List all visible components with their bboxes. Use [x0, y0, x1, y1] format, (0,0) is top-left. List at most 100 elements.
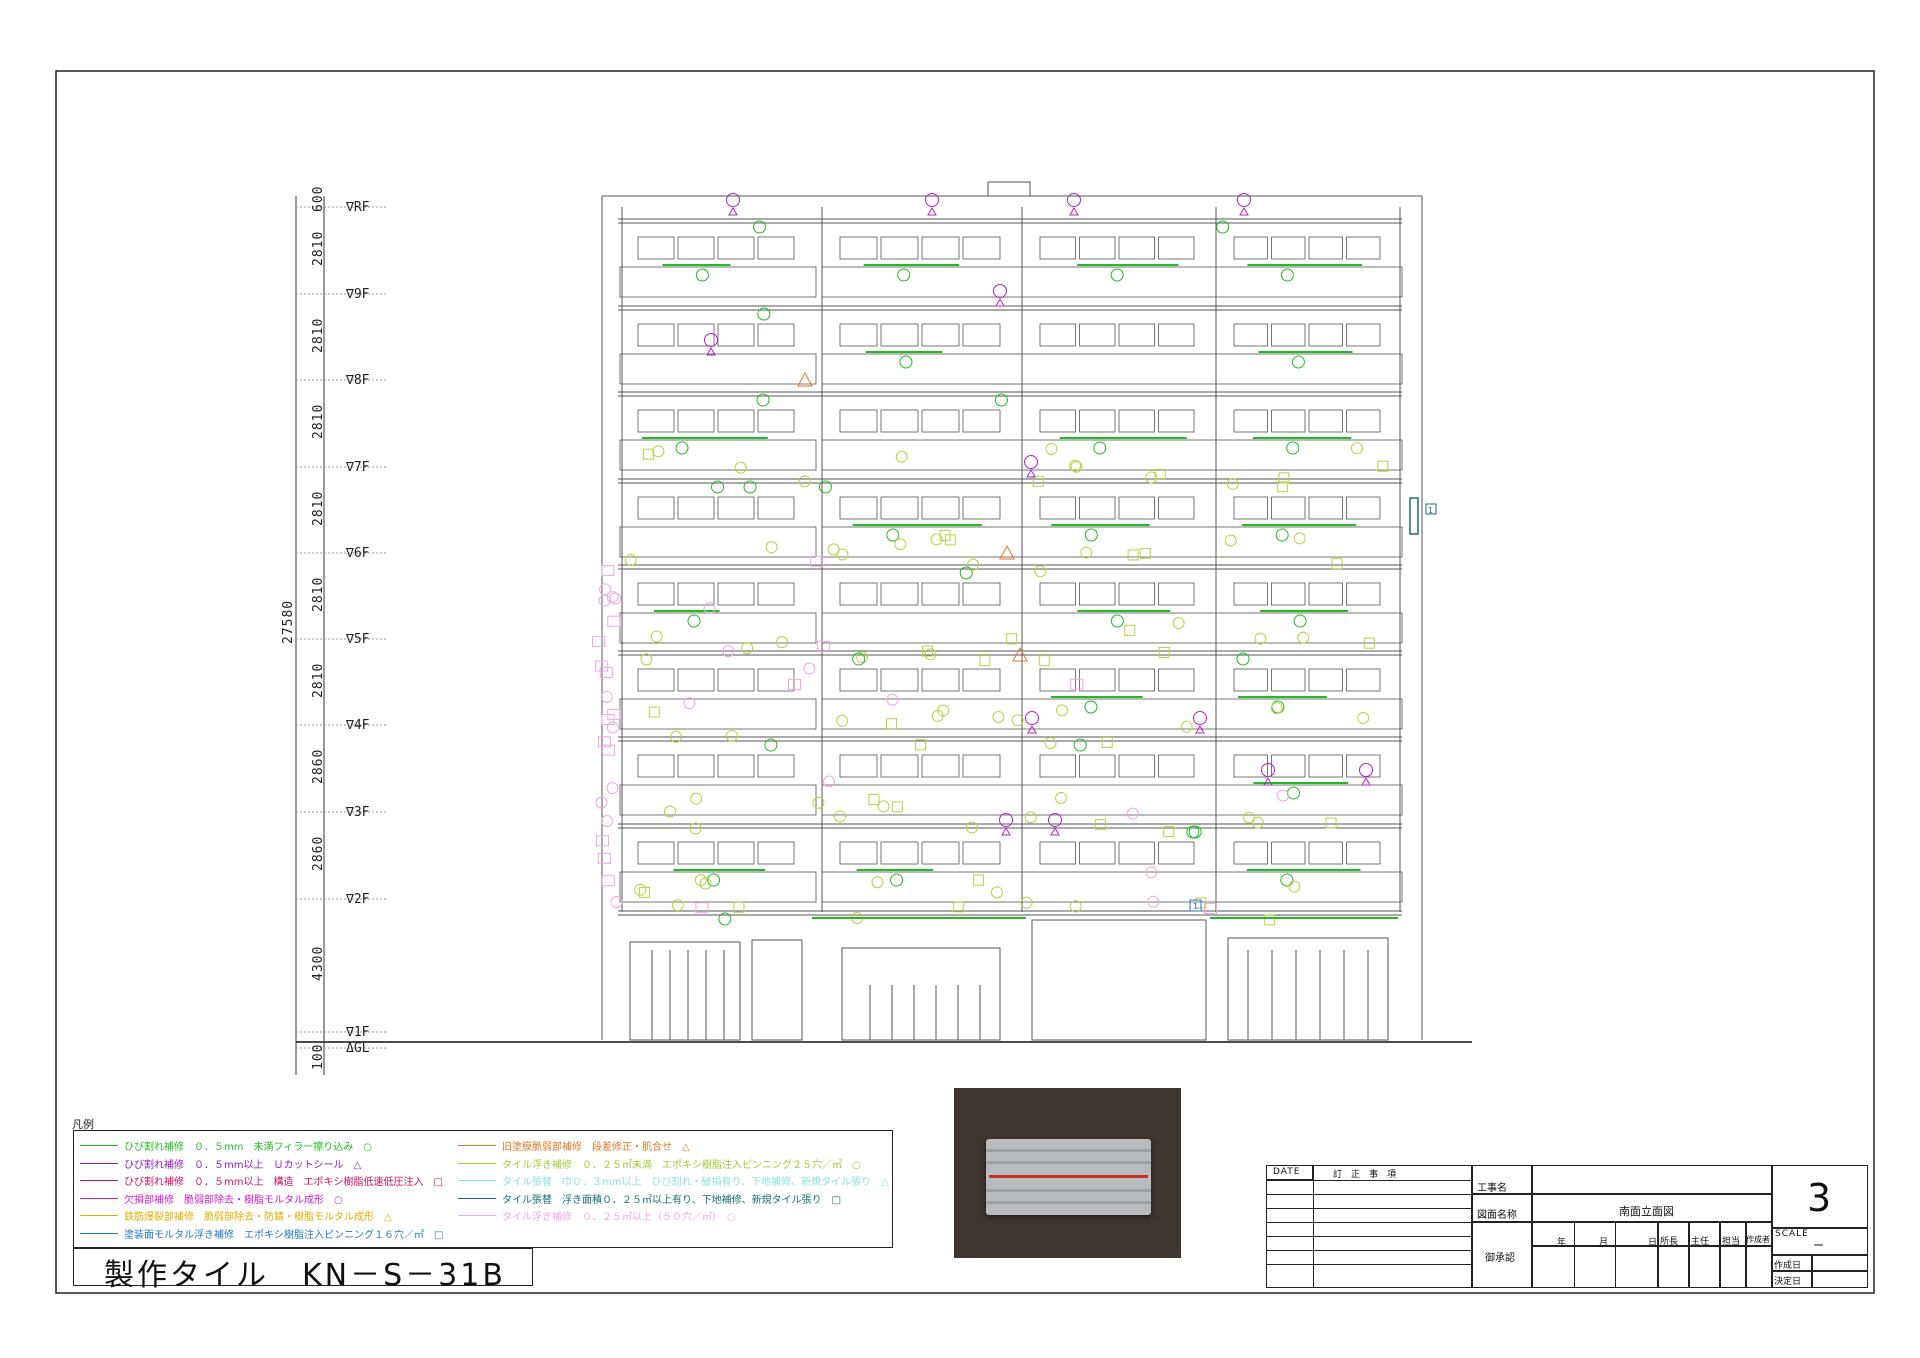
window-frame: [880, 754, 919, 778]
legend-item: タイル浮き補修 ０．２５㎡未満 エポキシ樹脂注入ピンニング２５穴／㎡ ○: [458, 1155, 889, 1173]
tile-float-marker: [1350, 442, 1363, 455]
window-frame: [880, 409, 919, 433]
window-frame: [637, 668, 675, 692]
crack-marker: [1286, 441, 1300, 455]
window-frame: [1233, 668, 1268, 692]
window-frame: [717, 323, 755, 347]
window-frame: [1233, 323, 1268, 347]
window-frame: [1271, 582, 1306, 606]
tile-float-marker: [1044, 737, 1057, 750]
legend-item-text: ひび割れ補修 ０．５mm以上 構造 エポキシ樹脂低速低圧注入 □: [124, 1177, 443, 1189]
level-label: ∇1F: [345, 1025, 370, 1040]
ucut-marker: [925, 193, 939, 207]
window-frame: [1039, 841, 1076, 865]
balcony-rail: [821, 698, 1023, 730]
window-frame: [1158, 841, 1195, 865]
window-frame: [1158, 323, 1195, 347]
ucut-triangle: [927, 206, 937, 216]
tile-float-marker: [725, 729, 738, 742]
tile-float-marker: [871, 876, 884, 889]
window-frame: [1118, 409, 1155, 433]
balcony-rail: [821, 353, 1023, 385]
window-frame: [1158, 754, 1195, 778]
pinning-marker: [601, 814, 614, 827]
ucut-triangle: [995, 297, 1005, 307]
legend-item: 欠損部補修 脆弱部除去・樹脂モルタル成形 ○: [80, 1190, 443, 1208]
dimension-value: 600: [311, 186, 326, 212]
window-frame: [921, 409, 960, 433]
window-frame: [677, 496, 715, 520]
balcony-rail: [821, 439, 1023, 471]
window-frame: [962, 754, 1001, 778]
tile-float-marker: [689, 822, 702, 835]
window-frame: [1039, 236, 1076, 260]
approval-label: 御承認: [1485, 1253, 1515, 1264]
balcony-rail: [1215, 784, 1403, 816]
window-frame: [1308, 841, 1343, 865]
balcony-rail: [1215, 526, 1403, 558]
crack-marker: [675, 441, 689, 455]
storefront-center: [841, 947, 1001, 1041]
legend-line-swatch: [458, 1145, 496, 1147]
legend-box: ひび割れ補修 ０．５mm 未満フィラー擦り込み ○ ひび割れ補修 ０．５mm以上 …: [73, 1130, 893, 1248]
window-frame: [962, 582, 1001, 606]
tile-float-area: [648, 706, 660, 718]
legend-item: ひび割れ補修 ０．５mm以上 構造 エポキシ樹脂低速低圧注入 □: [80, 1172, 443, 1190]
window-frame: [1079, 668, 1116, 692]
balcony-rail: [821, 612, 1023, 644]
revision-label: 訂 正 事 項: [1333, 1170, 1397, 1180]
balcony-rail: [821, 266, 1023, 298]
ucut-marker: [1048, 813, 1062, 827]
tile-float-area: [1124, 624, 1136, 636]
tile-float-marker: [1297, 631, 1310, 644]
legend-line-swatch: [458, 1215, 496, 1217]
level-label: ∇8F: [345, 373, 370, 388]
ucut-marker: [1237, 193, 1251, 207]
tile-float-marker: [1226, 477, 1239, 490]
dimension-value: 2810: [311, 663, 326, 698]
crack-marker: [1280, 873, 1294, 887]
balcony-rail: [1021, 784, 1217, 816]
tile-float-marker: [1055, 704, 1068, 717]
window-frame: [757, 323, 795, 347]
window-frame: [1346, 409, 1381, 433]
tile-float-marker: [671, 899, 684, 912]
window-frame: [880, 668, 919, 692]
window-frame: [880, 496, 919, 520]
window-frame: [921, 754, 960, 778]
ucut-marker: [1024, 455, 1038, 469]
window-frame: [1308, 236, 1343, 260]
pinning-area: [1070, 678, 1084, 690]
window-frame: [717, 668, 755, 692]
window-frame: [1271, 754, 1306, 778]
tile-float-area: [1006, 633, 1018, 645]
window-frame: [921, 841, 960, 865]
dimension-value: 2810: [311, 404, 326, 439]
legend-item-text: ひび割れ補修 ０．５mm以上 Ｕカットシール △: [124, 1159, 362, 1171]
window-frame: [1308, 409, 1343, 433]
crack-marker: [1293, 614, 1307, 628]
window-frame: [1271, 323, 1306, 347]
ucut-triangle: [1239, 206, 1249, 216]
balcony-rail: [1021, 439, 1217, 471]
ucut-triangle: [1361, 776, 1371, 786]
legend-item: タイル浮き補修 ０．２５㎡以上（５０穴／㎡） ○: [458, 1207, 889, 1225]
legend-column-left: ひび割れ補修 ０．５mm 未満フィラー擦り込み ○ ひび割れ補修 ０．５mm以上 …: [80, 1137, 443, 1242]
tile-float-area: [1032, 475, 1044, 487]
tile-float-marker: [650, 630, 663, 643]
window-frame: [717, 754, 755, 778]
dimension-value: 100: [311, 1044, 326, 1070]
pinning-marker: [1276, 789, 1289, 802]
window-frame: [1271, 409, 1306, 433]
scale-value: ー: [1813, 1239, 1824, 1252]
sheet-number: 3: [1807, 1176, 1832, 1220]
window-frame: [1079, 582, 1116, 606]
dimension-column: ∇RF ∇9F ∇8F ∇7F ∇6F ∇5F ∇4F ∇3F ∇2F ∇1FΔGL 600 2810…: [281, 186, 388, 1075]
window-frame: [1271, 496, 1306, 520]
dimension-value: 2860: [311, 749, 326, 784]
tile-float-area: [891, 801, 903, 813]
window-frame: [717, 409, 755, 433]
window-frame: [1233, 841, 1268, 865]
role-4: 作成者: [1746, 1235, 1770, 1244]
balcony-rail: [1021, 698, 1217, 730]
